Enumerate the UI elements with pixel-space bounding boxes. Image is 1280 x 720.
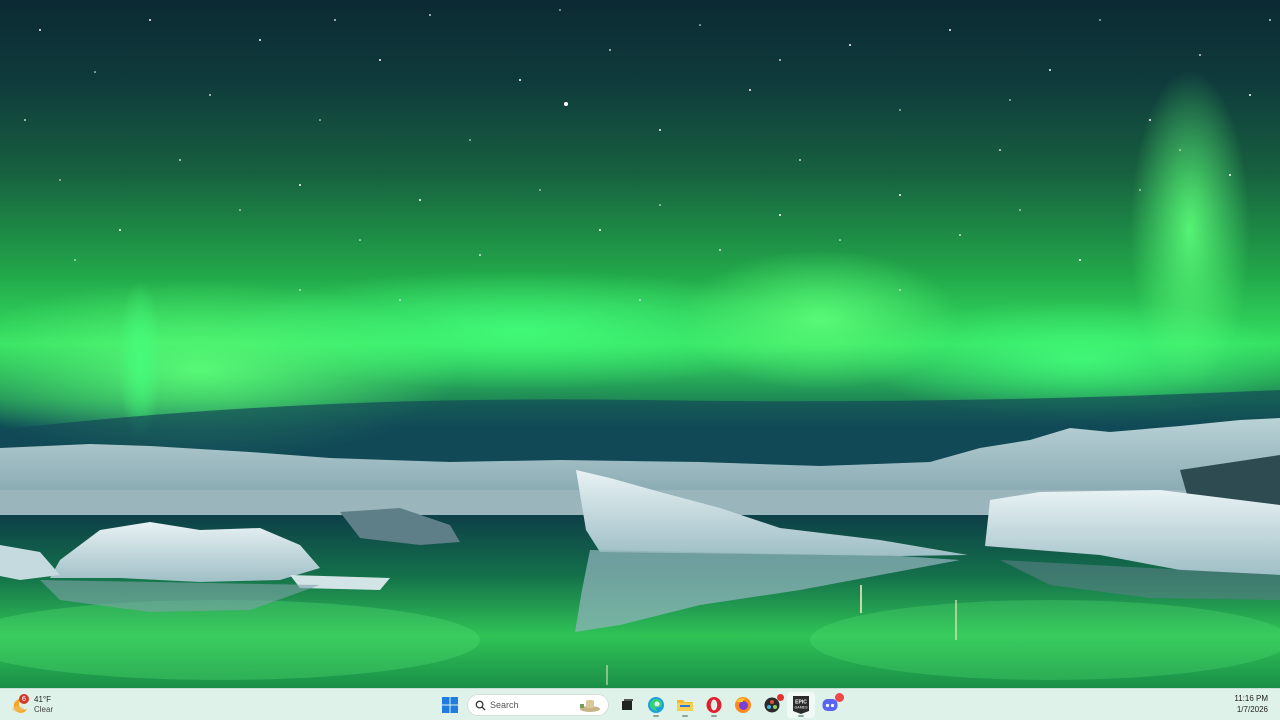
firefox-button[interactable] [729,692,757,718]
games-label: GAMES [795,706,809,710]
opera-icon [706,697,722,713]
search-highlight-icon [580,700,600,712]
start-button[interactable] [436,692,464,718]
task-view-icon [622,699,633,710]
epic-games-button[interactable]: EPIC GAMES [787,692,815,718]
opera-button[interactable] [700,692,728,718]
search-placeholder: Search [490,700,519,710]
running-indicator [682,715,688,717]
firefox-icon [735,697,751,713]
weather-widget[interactable]: 6 41°F Clear [10,692,70,718]
running-indicator [653,715,659,717]
running-indicator [798,715,804,717]
aurora-wallpaper [0,9,1280,688]
clock-date: 1/7/2026 [1236,705,1268,714]
stars [24,9,1271,301]
file-explorer-button[interactable] [671,692,699,718]
weather-temperature: 41°F [34,695,51,704]
weather-condition: Clear [34,705,54,714]
desktop[interactable] [0,0,1280,688]
epic-games-icon: EPIC GAMES [793,696,809,714]
windows-logo-icon [442,697,458,713]
clock-time: 11:16 PM [1234,694,1268,703]
edge-icon [648,697,664,713]
notification-badge [777,694,784,701]
edge-button[interactable] [642,692,670,718]
taskbar-apps: Search EPIC GAMES [436,692,845,718]
system-clock[interactable]: 11:16 PM 1/7/2026 [1208,693,1268,715]
taskbar: 6 41°F Clear Search EPIC GAMES 11:16 PM … [0,688,1280,720]
moon-weather-icon: 6 [10,694,30,715]
discord-button[interactable] [816,692,844,718]
discord-badge [835,693,844,702]
folder-icon [677,700,693,711]
taskbar-search[interactable]: Search [467,694,609,716]
search-icon [470,700,490,711]
weather-badge: 6 [19,694,29,704]
davinci-resolve-button[interactable] [758,692,786,718]
running-indicator [711,715,717,717]
task-view-button[interactable] [613,692,641,718]
